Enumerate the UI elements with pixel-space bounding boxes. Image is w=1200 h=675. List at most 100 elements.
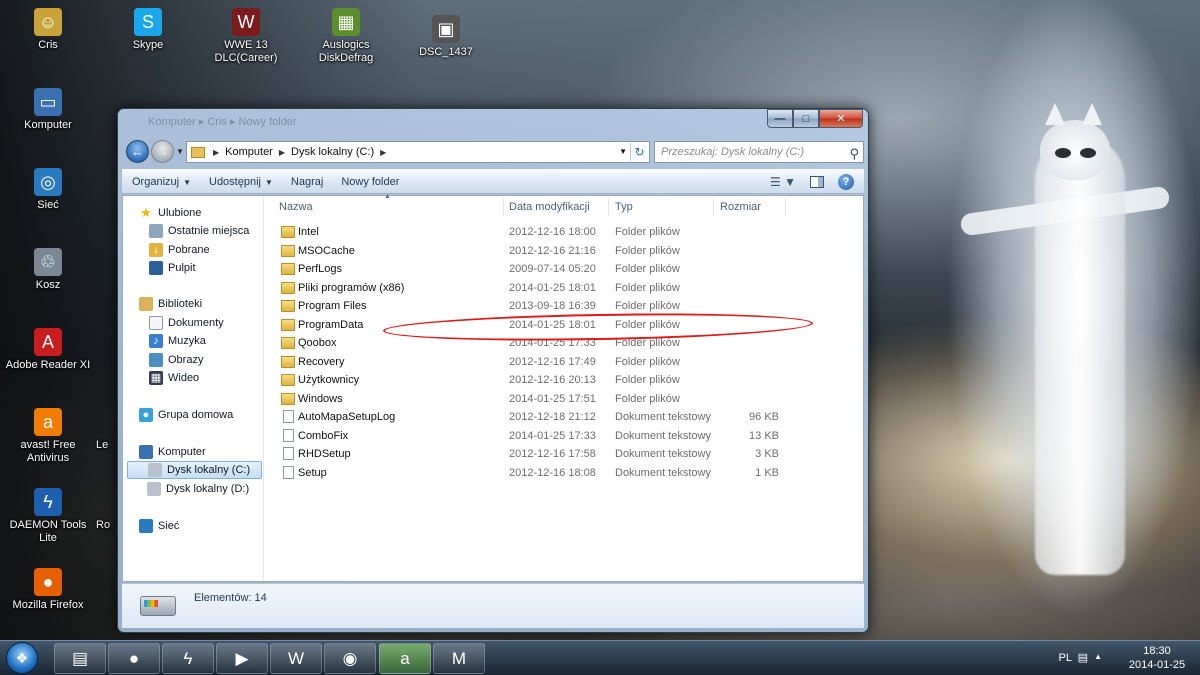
taskbar-button[interactable]: ▤ (54, 643, 106, 674)
file-type: Dokument tekstowy (615, 411, 711, 423)
help-icon[interactable]: ? (838, 174, 854, 190)
burn-button[interactable]: Nagraj (291, 176, 323, 188)
desktop-shortcut[interactable]: ● Mozilla Firefox (0, 568, 96, 612)
wallpaper-cat-ear (1082, 103, 1102, 125)
organize-button[interactable]: Organizuj ▼ (132, 176, 191, 188)
desktop-shortcut[interactable]: ▭ Komputer (0, 88, 96, 132)
recent-pages-dropdown[interactable]: ▼ (176, 147, 184, 156)
start-button[interactable]: ❖ (6, 642, 38, 674)
file-list: ▲ Nazwa Data modyfikacji Typ Rozmiar Int… (265, 193, 863, 581)
file-size: 96 KB (749, 411, 779, 423)
downloads-icon: ↓ (149, 243, 163, 257)
tree-favorites[interactable]: ★ Ulubione (139, 204, 201, 222)
tree-libraries[interactable]: Biblioteki (139, 295, 202, 313)
maximize-button[interactable]: □ (793, 109, 819, 128)
adobe-reader-icon: A (34, 328, 62, 356)
desktop-shortcut[interactable]: W WWE 13 DLC(Career) (198, 8, 294, 65)
text-document-icon (283, 447, 294, 460)
column-divider[interactable] (713, 198, 714, 216)
file-row[interactable]: MSOCache 2012-12-16 21:16 Folder plików (265, 242, 863, 260)
column-size[interactable]: Rozmiar (720, 201, 761, 213)
recent-places-icon (149, 224, 163, 238)
file-row[interactable]: RHDSetup 2012-12-16 17:58 Dokument tekstow… (265, 445, 863, 463)
tree-documents[interactable]: Dokumenty (149, 314, 224, 332)
file-name: Pliki programów (x86) (298, 281, 405, 294)
chevron-right-icon[interactable]: ▶ (213, 148, 219, 157)
view-options-icon[interactable]: ☰ ▼ (770, 175, 796, 189)
computer-icon: ▭ (34, 88, 62, 116)
network-tray-icon[interactable]: ▤ (1078, 651, 1088, 664)
refresh-button[interactable]: ↻ (630, 143, 648, 161)
share-button[interactable]: Udostępnij ▼ (209, 176, 273, 188)
preview-pane-icon[interactable] (810, 176, 824, 188)
tree-label: Biblioteki (158, 298, 203, 310)
tree-recent-places[interactable]: Ostatnie miejsca (149, 222, 249, 240)
taskbar-button[interactable]: a (379, 643, 431, 674)
desktop-shortcut[interactable]: A Adobe Reader XI (0, 328, 96, 372)
photo-icon: ▣ (432, 15, 460, 43)
column-name[interactable]: Nazwa (279, 201, 313, 213)
file-name: ProgramData (298, 318, 364, 331)
search-input[interactable]: Przeszukaj: Dysk lokalny (C:) ⚲ (654, 141, 864, 163)
column-date[interactable]: Data modyfikacji (509, 201, 590, 213)
taskbar-button[interactable]: ▶ (216, 643, 268, 674)
back-button[interactable]: ← (126, 140, 149, 163)
tree-homegroup[interactable]: ● Grupa domowa (139, 406, 233, 424)
address-dropdown-icon[interactable]: ▼ (619, 147, 627, 156)
desktop-shortcut-label: Le (96, 439, 109, 451)
file-row[interactable]: Program Files 2013-09-18 16:39 Folder plik… (265, 297, 863, 315)
explorer-window[interactable]: Komputer ▸ Cris ▸ Nowy folder — □ ✕ ← → … (117, 108, 869, 633)
file-row[interactable]: ComboFix 2014-01-25 17:33 Dokument tekstow… (265, 427, 863, 445)
title-buttons: — □ ✕ (767, 109, 863, 128)
taskbar-button[interactable]: M (433, 643, 485, 674)
tree-drive-c[interactable]: Dysk lokalny (C:) (127, 461, 262, 479)
tree-music[interactable]: ♪ Muzyka (149, 332, 206, 350)
column-divider[interactable] (503, 198, 504, 216)
taskbar-button[interactable]: ϟ (162, 643, 214, 674)
desktop-shortcut[interactable]: ♲ Kosz (0, 248, 96, 292)
tree-desktop[interactable]: Pulpit (149, 259, 196, 277)
file-row[interactable]: AutoMapaSetupLog 2012-12-18 21:12 Dokument… (265, 408, 863, 426)
taskbar-button[interactable]: W (270, 643, 322, 674)
tree-pictures[interactable]: Obrazy (149, 351, 203, 369)
tree-drive-d[interactable]: Dysk lokalny (D:) (147, 480, 249, 498)
column-divider[interactable] (608, 198, 609, 216)
address-bar[interactable]: ▶ Komputer ▶ Dysk lokalny (C:) ▶ ▼ ↻ (186, 141, 650, 163)
file-row[interactable]: Setup 2012-12-16 18:08 Dokument tekstowy 1 … (265, 464, 863, 482)
file-date: 2012-12-16 18:00 (509, 226, 596, 238)
breadcrumb-computer[interactable]: Komputer (225, 146, 273, 158)
file-row[interactable]: PerfLogs 2009-07-14 05:20 Folder plików (265, 260, 863, 278)
search-icon[interactable]: ⚲ (849, 144, 859, 164)
breadcrumb-drive-c[interactable]: Dysk lokalny (C:) (291, 146, 374, 158)
desktop-shortcut[interactable]: ☺ Cris (0, 8, 96, 52)
column-type[interactable]: Typ (615, 201, 633, 213)
language-indicator[interactable]: PL (1059, 652, 1072, 664)
clock[interactable]: 18:30 2014-01-25 (1126, 644, 1188, 672)
column-divider[interactable] (785, 198, 786, 216)
forward-button[interactable]: → (151, 140, 174, 163)
file-row[interactable]: Użytkownicy 2012-12-16 20:13 Folder plików (265, 371, 863, 389)
minimize-button[interactable]: — (767, 109, 793, 128)
tree-computer[interactable]: Komputer (139, 443, 206, 461)
taskbar-button[interactable]: ◉ (324, 643, 376, 674)
tree-videos[interactable]: ▦ Wideo (149, 369, 199, 387)
tree-network[interactable]: Sieć (139, 517, 179, 535)
close-button[interactable]: ✕ (819, 109, 863, 128)
desktop-shortcut[interactable]: ◎ Sieć (0, 168, 96, 212)
desktop-shortcut[interactable]: ϟ DAEMON Tools Lite (0, 488, 96, 545)
show-hidden-icons-icon[interactable]: ▲ (1094, 652, 1102, 661)
desktop-shortcut[interactable]: S Skype (100, 8, 196, 52)
desktop-shortcut-label: Mozilla Firefox (12, 599, 84, 611)
chevron-right-icon[interactable]: ▶ (380, 148, 386, 157)
desktop-shortcut[interactable]: a avast! Free Antivirus (0, 408, 96, 465)
tree-downloads[interactable]: ↓ Pobrane (149, 241, 210, 259)
taskbar-button[interactable]: ● (108, 643, 160, 674)
file-row[interactable]: Windows 2014-01-25 17:51 Folder plików (265, 390, 863, 408)
chevron-right-icon[interactable]: ▶ (279, 148, 285, 157)
new-folder-button[interactable]: Nowy folder (341, 176, 399, 188)
file-row[interactable]: Pliki programów (x86) 2014-01-25 18:01 Fol… (265, 279, 863, 297)
file-row[interactable]: Recovery 2012-12-16 17:49 Folder plików (265, 353, 863, 371)
desktop-shortcut[interactable]: ▣ DSC_1437 (398, 15, 494, 59)
file-row[interactable]: Intel 2012-12-16 18:00 Folder plików (265, 223, 863, 241)
desktop-shortcut[interactable]: ▦ Auslogics DiskDefrag (298, 8, 394, 65)
